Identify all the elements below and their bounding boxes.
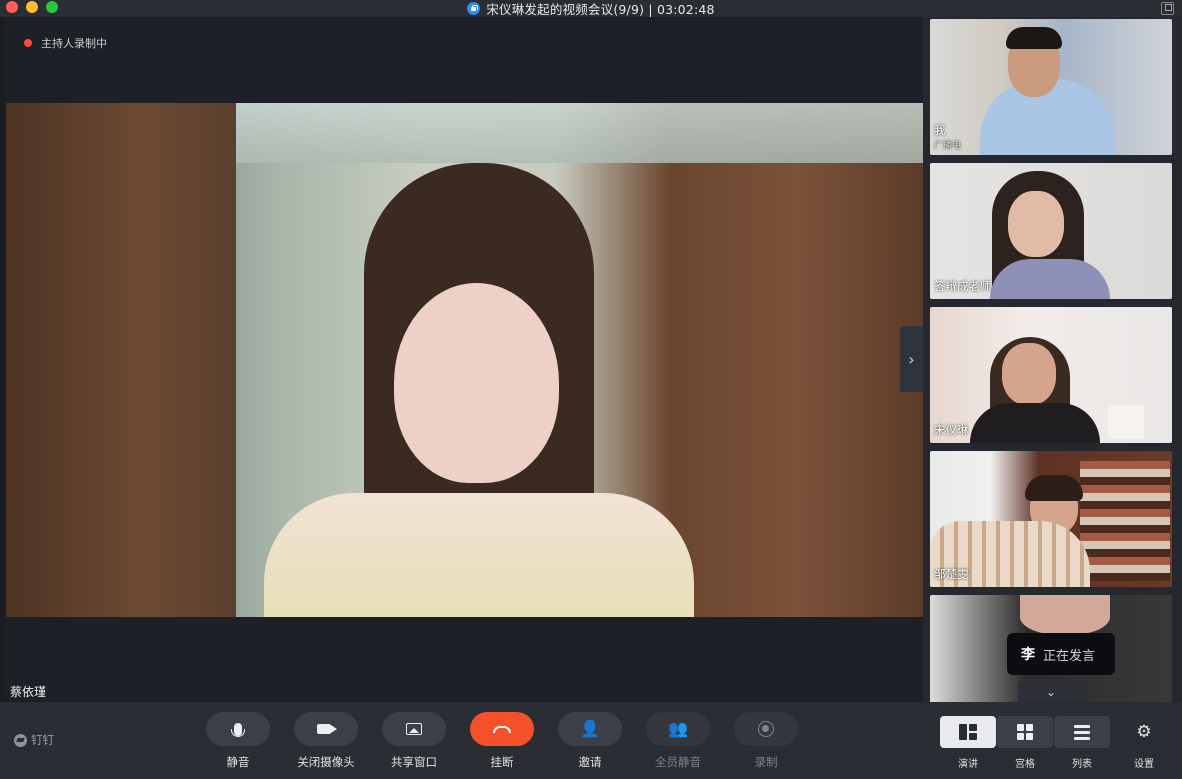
speaker-view-pill[interactable] bbox=[940, 716, 996, 748]
mute-all-button[interactable]: 👥 全员静音 bbox=[633, 712, 723, 770]
share-window-button[interactable]: 共享窗口 bbox=[369, 712, 459, 770]
main-speaker-name: 蔡依瑾 bbox=[10, 685, 47, 699]
recording-dot-icon bbox=[24, 39, 32, 47]
bottom-toolbar: 钉钉 静音 关闭摄像头 共享窗口 挂断 👤 邀请 👥 全员静音 录制 演讲 宫格… bbox=[0, 702, 1182, 779]
speaking-name: 李 bbox=[1021, 647, 1035, 663]
camera-icon bbox=[316, 724, 337, 734]
participant-tile[interactable]: 答辩成老师 bbox=[930, 163, 1172, 299]
record-icon bbox=[758, 721, 774, 737]
participant-name: 我 bbox=[934, 123, 946, 137]
tile-figure bbox=[970, 403, 1100, 443]
mute-label: 静音 bbox=[226, 755, 250, 769]
record-label: 录制 bbox=[754, 755, 778, 769]
view-list-label: 列表 bbox=[1072, 759, 1092, 770]
video-bg-wardrobe-left bbox=[6, 103, 236, 617]
video-person bbox=[264, 163, 694, 617]
view-speaker-button[interactable]: 演讲 bbox=[940, 716, 996, 770]
participant-tile[interactable]: 邹楚雯 bbox=[930, 451, 1172, 587]
mute-all-pill[interactable]: 👥 bbox=[646, 712, 710, 746]
participant-tile[interactable]: 我 广播电 bbox=[930, 19, 1172, 155]
grid-view-pill[interactable] bbox=[997, 716, 1053, 748]
lock-icon bbox=[467, 2, 481, 15]
brand-label: 钉钉 bbox=[31, 733, 54, 747]
speaking-indicator: 李 正在发言 bbox=[1007, 633, 1115, 675]
chevron-down-icon[interactable]: ⌄ bbox=[1018, 681, 1084, 702]
hangup-pill[interactable] bbox=[470, 712, 534, 746]
title-group: 宋仪琳发起的视频会议(9/9) | 03:02:48 bbox=[0, 0, 1182, 17]
chevron-right-icon[interactable]: › bbox=[900, 326, 923, 392]
view-grid-label: 宫格 bbox=[1015, 759, 1035, 770]
share-pill[interactable] bbox=[382, 712, 446, 746]
mute-all-label: 全员静音 bbox=[655, 755, 701, 769]
share-window-label: 共享窗口 bbox=[391, 755, 437, 769]
mute-pill[interactable] bbox=[206, 712, 270, 746]
invite-pill[interactable]: 👤 bbox=[558, 712, 622, 746]
share-screen-icon bbox=[406, 723, 422, 735]
list-layout-icon bbox=[1074, 724, 1090, 740]
participant-name: 答辩成老师 bbox=[934, 279, 992, 293]
phone-hangup-icon bbox=[493, 725, 511, 733]
tile-face bbox=[1002, 343, 1056, 405]
settings-label: 设置 bbox=[1134, 759, 1154, 770]
person-face bbox=[394, 283, 559, 483]
title-bar: 宋仪琳发起的视频会议(9/9) | 03:02:48 bbox=[0, 0, 1182, 17]
view-speaker-label: 演讲 bbox=[958, 759, 978, 770]
dingtalk-logo-icon bbox=[14, 733, 27, 747]
view-grid-button[interactable]: 宫格 bbox=[997, 716, 1053, 770]
invite-button[interactable]: 👤 邀请 bbox=[545, 712, 635, 770]
grid-layout-icon bbox=[1017, 724, 1033, 740]
camera-pill[interactable] bbox=[294, 712, 358, 746]
person-shirt bbox=[264, 493, 694, 617]
window-title: 宋仪琳发起的视频会议(9/9) | 03:02:48 bbox=[486, 2, 715, 17]
tile-hair bbox=[1006, 27, 1062, 49]
settings-button[interactable]: ⚙ 设置 bbox=[1126, 716, 1162, 770]
main-stage: 主持人录制中 蔡依瑾 bbox=[6, 17, 923, 702]
tile-hair bbox=[1025, 475, 1083, 501]
invite-label: 邀请 bbox=[578, 755, 602, 769]
participant-name: 邹楚雯 bbox=[934, 567, 969, 581]
participant-tile[interactable]: 宋仪琳 bbox=[930, 307, 1172, 443]
popout-window-button[interactable] bbox=[1161, 2, 1174, 15]
tile-bookshelf bbox=[1080, 461, 1170, 581]
tile-face bbox=[1008, 191, 1064, 257]
recording-status: 主持人录制中 bbox=[41, 37, 107, 50]
hangup-label: 挂断 bbox=[490, 755, 514, 769]
tile-figure bbox=[990, 259, 1110, 299]
tile-face bbox=[1020, 595, 1110, 635]
camera-off-button[interactable]: 关闭摄像头 bbox=[281, 712, 371, 770]
participant-subtitle: 广播电 bbox=[934, 141, 962, 151]
main-video[interactable] bbox=[6, 103, 923, 617]
view-list-button[interactable]: 列表 bbox=[1054, 716, 1110, 770]
add-user-icon: 👤 bbox=[580, 719, 600, 738]
video-bg-wardrobe-right bbox=[671, 163, 923, 617]
record-button[interactable]: 录制 bbox=[721, 712, 811, 770]
mute-all-icon: 👥 bbox=[668, 719, 688, 738]
participant-panel: 我 广播电 答辩成老师 宋仪琳 邹楚雯 bbox=[923, 17, 1182, 731]
participant-name: 宋仪琳 bbox=[934, 423, 969, 437]
recording-indicator: 主持人录制中 bbox=[24, 35, 107, 51]
settings-pill[interactable]: ⚙ bbox=[1126, 716, 1162, 748]
speaker-layout-icon bbox=[959, 724, 977, 740]
speaking-text: 正在发言 bbox=[1043, 648, 1096, 664]
camera-off-label: 关闭摄像头 bbox=[297, 755, 355, 769]
mute-button[interactable]: 静音 bbox=[193, 712, 283, 770]
microphone-icon bbox=[231, 722, 245, 737]
record-pill[interactable] bbox=[734, 712, 798, 746]
list-view-pill[interactable] bbox=[1054, 716, 1110, 748]
hangup-button[interactable]: 挂断 bbox=[457, 712, 547, 770]
brand: 钉钉 bbox=[14, 732, 54, 748]
gear-icon: ⚙ bbox=[1136, 722, 1152, 742]
tile-object bbox=[1108, 405, 1144, 439]
